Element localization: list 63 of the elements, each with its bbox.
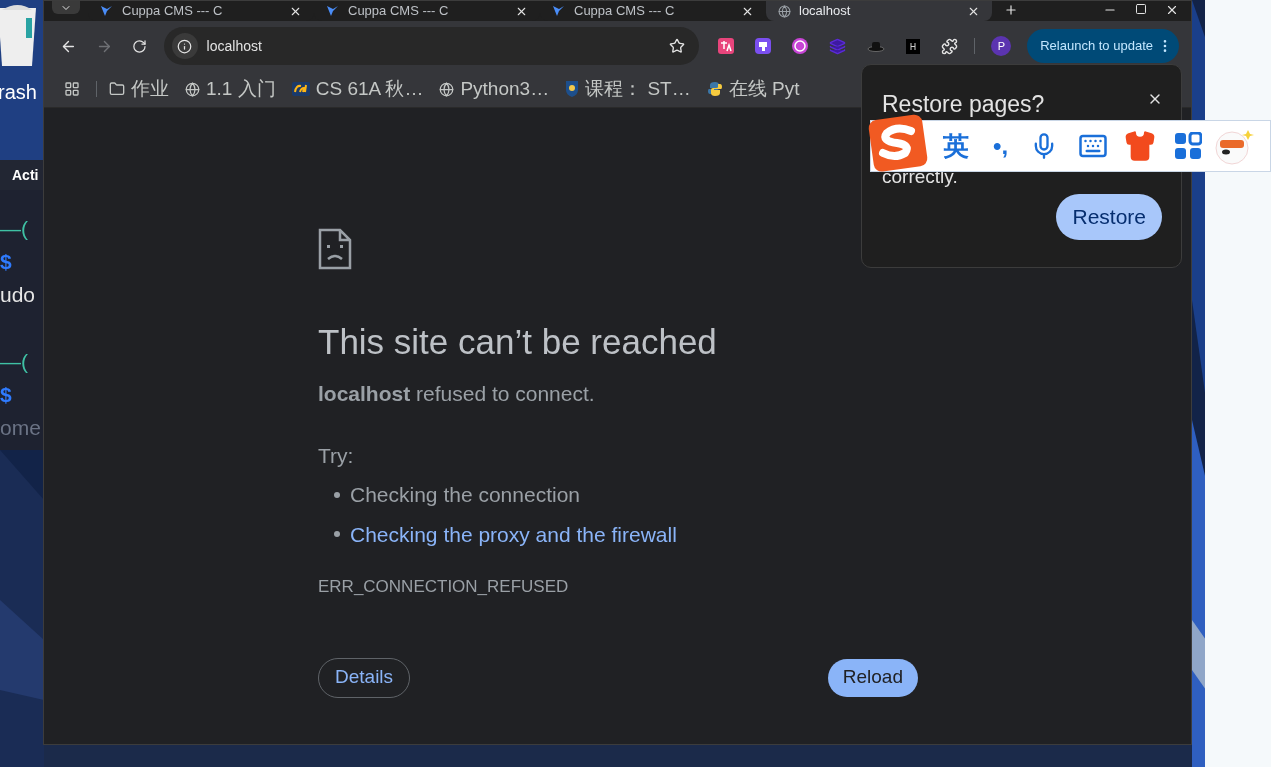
site-info-icon[interactable] [177,38,193,54]
punctuation-toggle[interactable]: •, [993,128,1009,164]
popup-message: correctly. [882,165,959,188]
restore-button[interactable]: Restore [1056,193,1162,240]
tab-title: Cuppa CMS --- C [574,2,676,21]
maximize-icon[interactable] [1135,3,1147,15]
trash-label: rash [0,80,37,104]
terminal-line: ome [0,415,42,441]
popup-title: Restore pages? [882,90,1045,119]
tab-favicon-icon [552,4,566,18]
apps-grid-icon[interactable] [1174,132,1203,160]
terminal-line: udo [0,282,37,308]
tab-title: Cuppa CMS --- C [348,2,450,21]
profile-avatar[interactable]: P [991,36,1012,56]
bookmark-item[interactable]: Python3… [439,74,550,104]
terminal-line: —( [0,216,29,242]
globe-icon [185,81,200,97]
bookmark-star-icon[interactable] [669,38,686,54]
error-heading: This site can’t be reached [318,322,718,362]
extension-icon[interactable] [792,38,809,54]
tab-title: localhost [799,2,852,21]
bullet-icon [334,491,340,498]
folder-icon [109,81,125,97]
globe-icon [439,81,455,97]
tab-favicon-icon [100,4,114,18]
try-label: Try: [318,442,355,469]
tab-title: Cuppa CMS --- C [122,2,224,21]
reload-icon[interactable] [131,38,147,54]
address-bar[interactable]: localhost [163,27,700,65]
terminal-line: —( [0,349,29,375]
bookmark-item[interactable]: 课程： ST… [565,74,691,104]
tab-favicon-icon [326,4,340,18]
error-message: localhost refused to connect. [318,381,596,407]
error-code: ERR_CONNECTION_REFUSED [318,576,570,598]
crest-icon [565,80,580,98]
tab-search-button[interactable] [52,1,80,14]
apps-icon[interactable] [64,81,80,97]
url-text: localhost [206,36,263,56]
language-toggle[interactable]: 英 [943,126,969,166]
hat-icon[interactable] [867,40,886,52]
browser-tab[interactable]: localhost [766,1,992,21]
suggestion-text: Checking the connection [350,482,580,508]
shirt-icon[interactable] [1124,130,1157,162]
bookmark-item[interactable]: 在线 Pyt [706,74,800,104]
bookmark-item[interactable]: CS 61A 秋… [291,74,424,104]
suggestion-link[interactable]: Checking the proxy and the firewall [350,518,677,550]
extensions-icon[interactable] [941,37,959,55]
bookmark-item[interactable]: 1.1 入门 [185,74,276,104]
terminal-tab-title: Acti [12,165,39,185]
bullet-icon [334,531,340,538]
globe-icon [778,4,791,18]
new-tab-icon[interactable] [1004,3,1018,17]
close-icon[interactable] [1165,3,1179,17]
terminal-line: $ [0,382,13,408]
sad-page-icon [318,228,352,270]
script-logo-icon [291,82,310,96]
bookmark-item[interactable]: 作业 [109,74,169,104]
relaunch-button[interactable]: Relaunch to update [1027,29,1179,63]
translate-extension-icon[interactable] [718,38,735,54]
reload-button[interactable]: Reload [827,658,918,697]
python-logo-icon [706,81,723,97]
extension-icon[interactable] [755,38,772,54]
terminal-line: $ [0,249,13,275]
